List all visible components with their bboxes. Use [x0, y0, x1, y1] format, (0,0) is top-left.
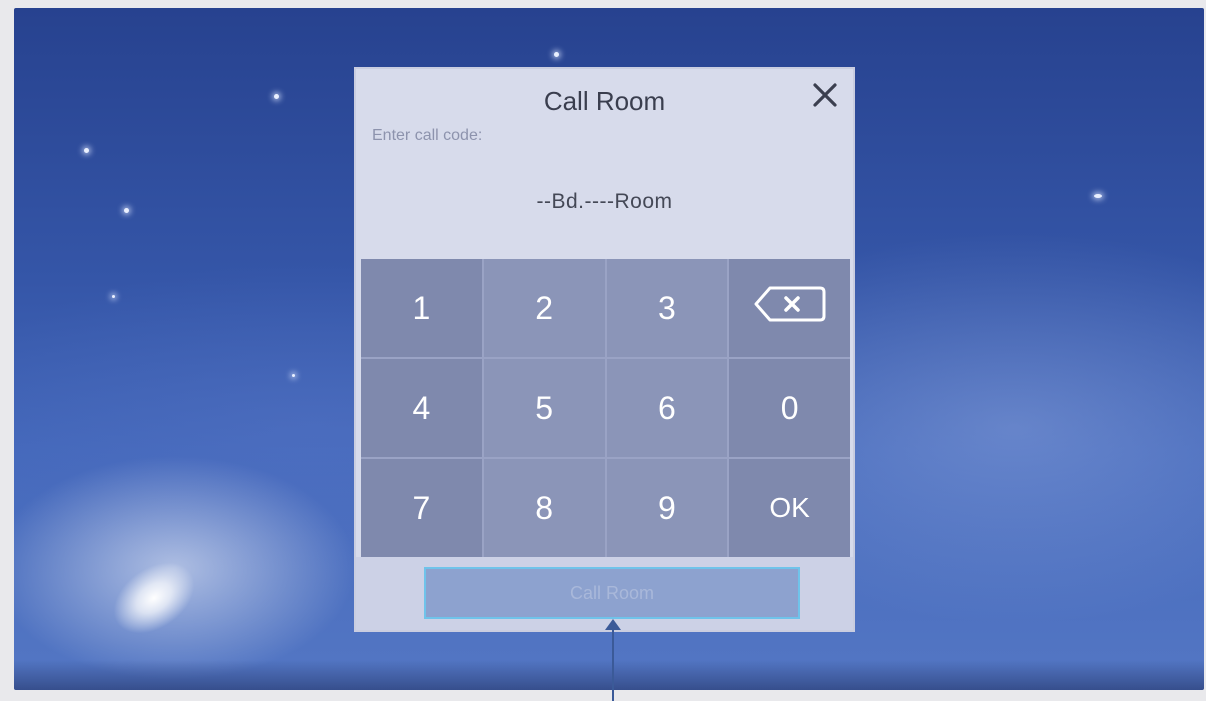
call-room-dialog: Call Room Enter call code: --Bd.----Room… [354, 67, 855, 632]
call-code-field[interactable]: --Bd.----Room [356, 190, 853, 214]
star-decoration [84, 148, 89, 153]
light-glare [99, 547, 209, 649]
star-decoration [274, 94, 279, 99]
annotation-arrow-head [605, 619, 621, 630]
ok-button[interactable]: OK [729, 459, 850, 557]
photo-frame: Call Room Enter call code: --Bd.----Room… [0, 0, 1206, 701]
key-4[interactable]: 4 [361, 359, 482, 457]
key-2[interactable]: 2 [483, 259, 605, 357]
star-decoration [112, 295, 115, 298]
close-button[interactable] [809, 79, 841, 111]
close-icon [813, 83, 837, 107]
backspace-button[interactable] [729, 259, 850, 357]
annotation-arrow-line [612, 626, 614, 701]
backspace-icon [752, 284, 828, 332]
call-room-button[interactable]: Call Room [424, 567, 800, 619]
star-decoration [1094, 194, 1102, 198]
screen-shadow [14, 660, 1204, 690]
key-0[interactable]: 0 [729, 359, 850, 457]
call-code-prompt: Enter call code: [372, 127, 483, 144]
key-3[interactable]: 3 [606, 259, 728, 357]
key-1[interactable]: 1 [361, 259, 482, 357]
key-7[interactable]: 7 [361, 459, 482, 557]
star-decoration [554, 52, 559, 57]
key-5[interactable]: 5 [483, 359, 605, 457]
key-9[interactable]: 9 [606, 459, 728, 557]
key-6[interactable]: 6 [606, 359, 728, 457]
numeric-keypad: 1 2 3 4 5 6 0 7 8 9 OK [361, 259, 850, 557]
key-8[interactable]: 8 [483, 459, 605, 557]
star-decoration [124, 208, 129, 213]
star-decoration [292, 374, 295, 377]
dialog-title: Call Room [543, 86, 666, 116]
